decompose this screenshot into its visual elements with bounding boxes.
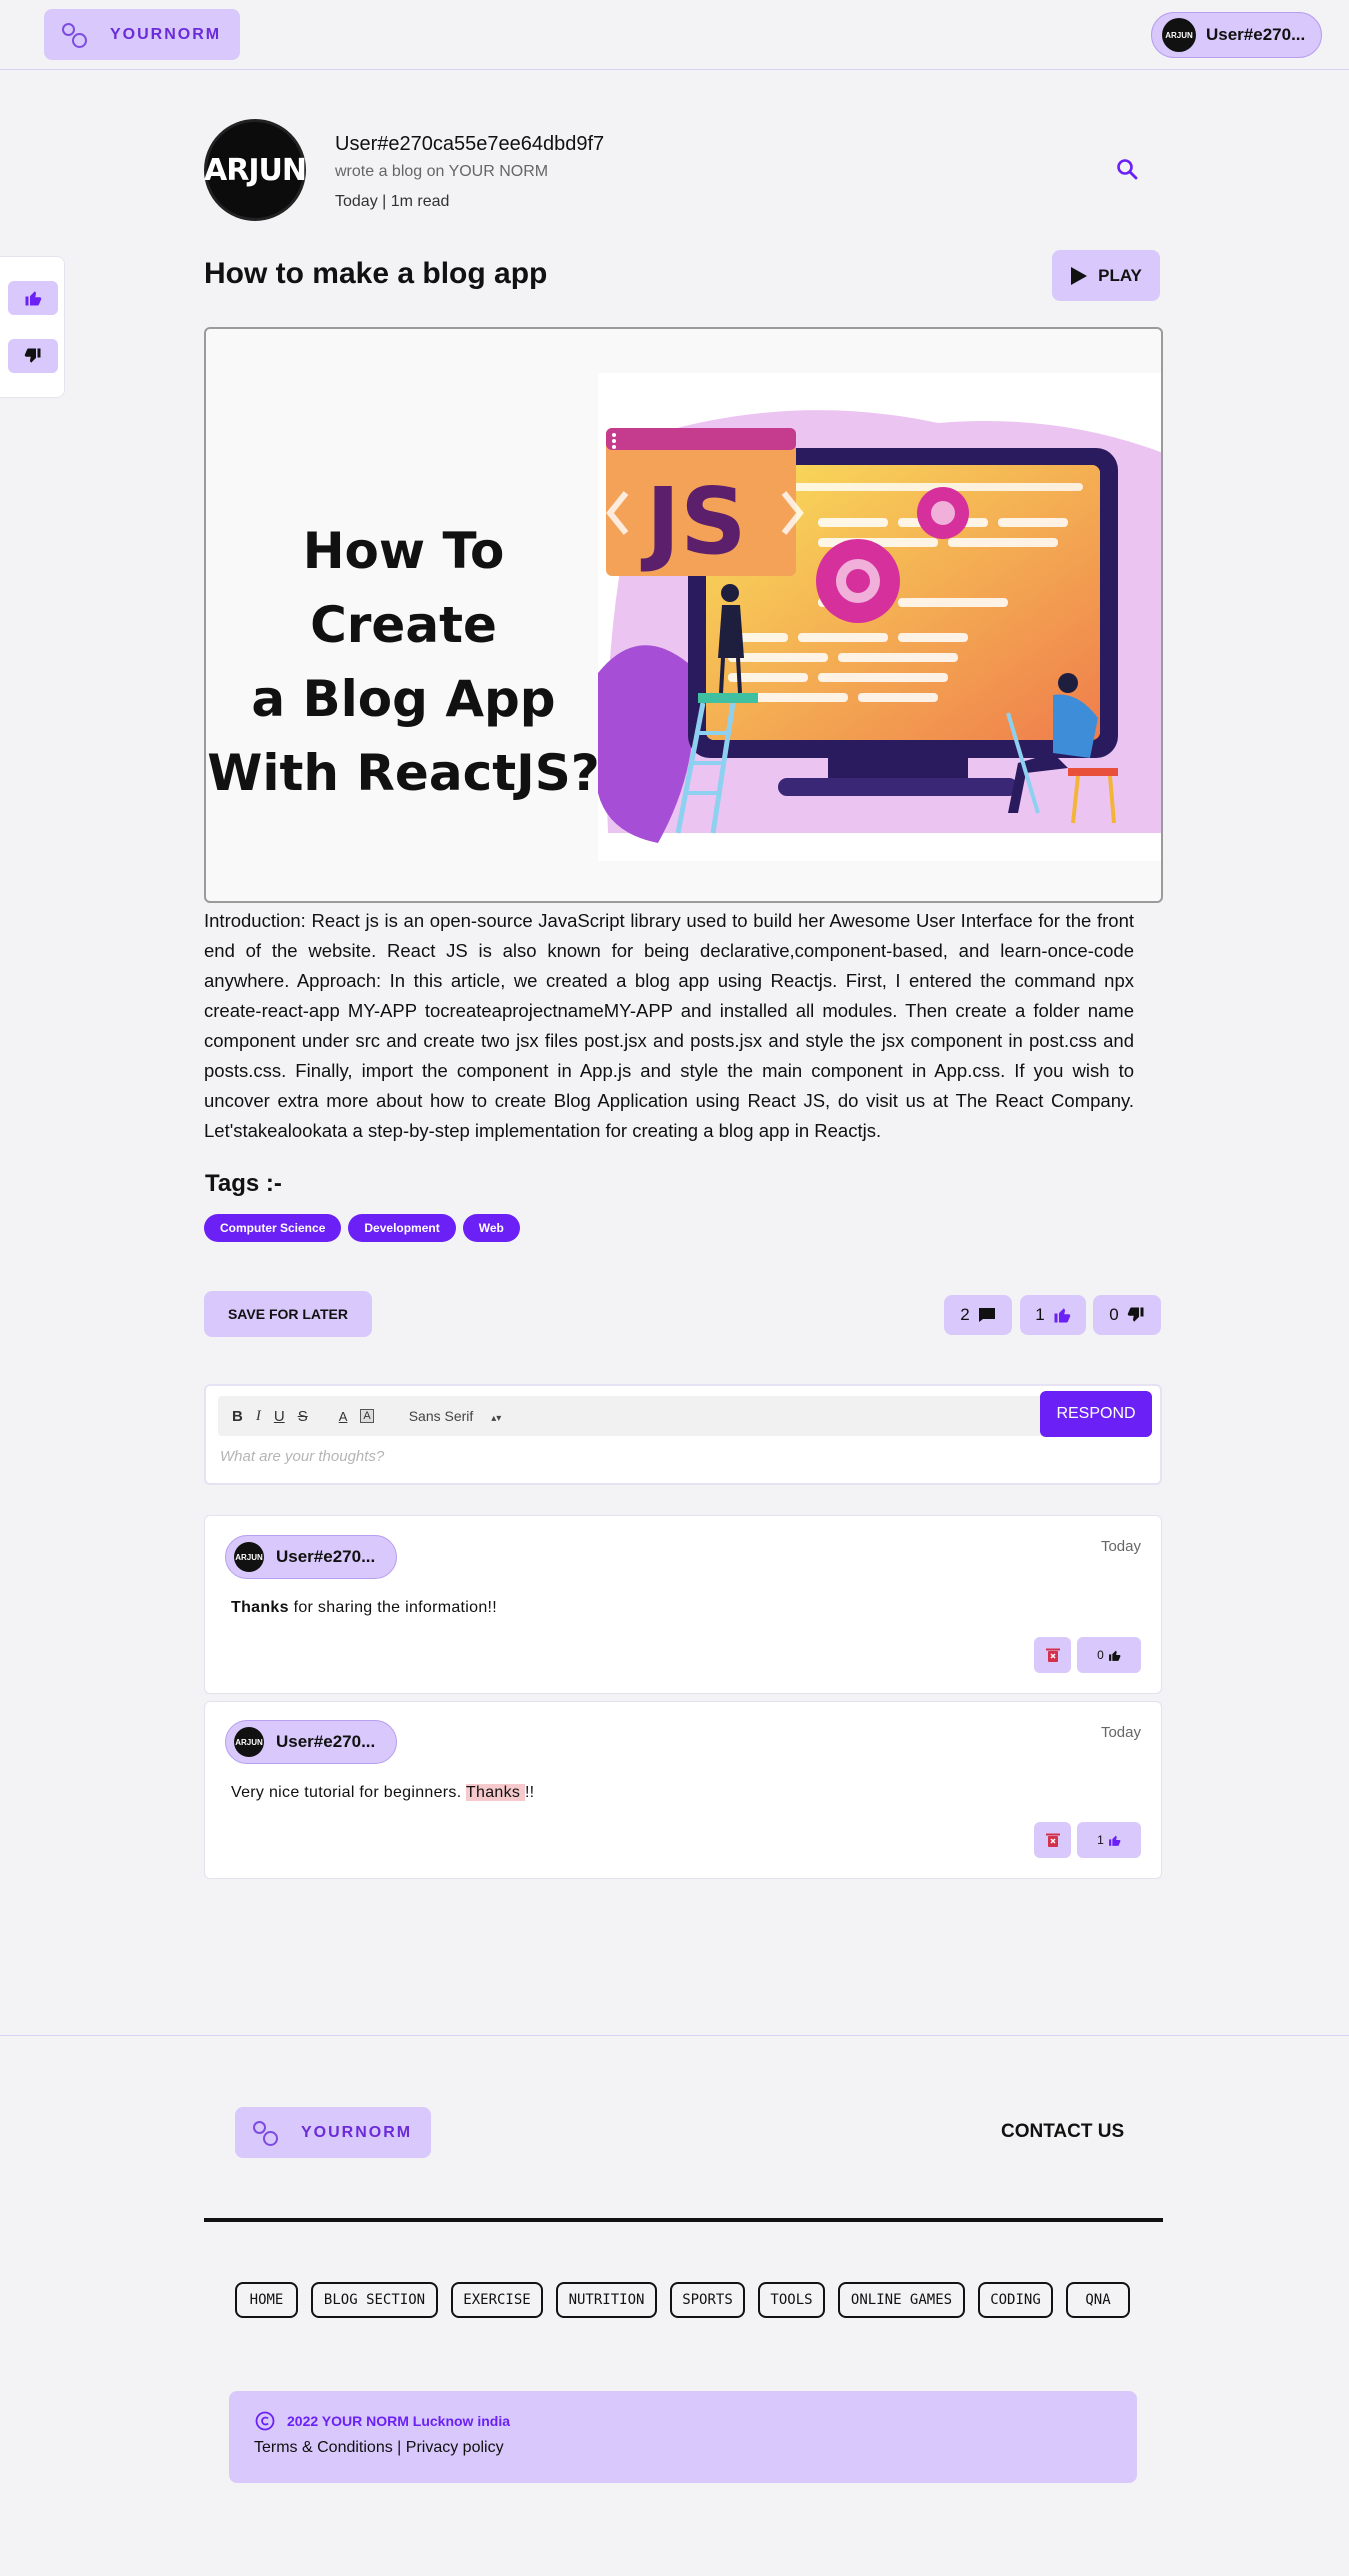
select-arrows-icon: ▴▾	[491, 1413, 502, 1424]
side-dislike-button[interactable]	[8, 339, 58, 373]
footer-rule	[204, 2218, 1163, 2222]
trash-icon	[1045, 1833, 1060, 1847]
copyright-icon	[255, 2411, 275, 2431]
background-color-button[interactable]: A	[360, 1409, 374, 1423]
nav-coding[interactable]: CODING	[978, 2282, 1053, 2318]
post-title: How to make a blog app	[204, 257, 548, 290]
comment-user-chip[interactable]: ARJUN User#e270...	[225, 1535, 397, 1579]
side-vote-panel	[0, 256, 65, 398]
thumbs-up-icon	[1054, 1308, 1070, 1323]
nav-exercise[interactable]: EXERCISE	[451, 2282, 543, 2318]
footer-nav: HOME BLOG SECTION EXERCISE NUTRITION SPO…	[235, 2282, 1130, 2318]
delete-comment-button[interactable]	[1034, 1637, 1071, 1673]
respond-button[interactable]: RESPOND	[1040, 1391, 1152, 1437]
dislike-button[interactable]: 0	[1093, 1295, 1161, 1335]
text-color-button[interactable]: A	[339, 1409, 348, 1424]
comment-input[interactable]: What are your thoughts?	[220, 1448, 1120, 1465]
tag-development[interactable]: Development	[348, 1214, 456, 1242]
legal-links: Terms & Conditions | Privacy policy	[254, 2439, 504, 2457]
comment-text: Thanks for sharing the information!!	[231, 1599, 498, 1616]
terms-link[interactable]: Terms & Conditions	[254, 2439, 393, 2456]
thumbs-up-icon	[25, 291, 42, 306]
comment-date: Today	[1100, 1724, 1141, 1741]
comment-likes-count: 1	[1097, 1833, 1104, 1847]
comments-count-button[interactable]: 2	[944, 1295, 1012, 1335]
comment-user-name: User#e270...	[276, 1732, 376, 1751]
play-button[interactable]: PLAY	[1052, 250, 1160, 301]
play-label: PLAY	[1098, 265, 1142, 285]
brand-logo-icon	[251, 2118, 281, 2148]
legal-separator: |	[397, 2439, 402, 2456]
footer-brand-button[interactable]: YOURNORM	[235, 2107, 431, 2158]
brand-logo-icon	[60, 20, 90, 50]
developer-illustration: JS	[598, 373, 1161, 861]
thumbs-down-icon	[24, 348, 41, 363]
nav-nutrition[interactable]: NUTRITION	[556, 2282, 657, 2318]
thumbs-up-icon	[1108, 1650, 1121, 1661]
post-cover-image: How To Create a Blog App With ReactJS? J…	[204, 327, 1163, 903]
user-avatar: ARJUN	[1162, 18, 1196, 52]
brand-logo-button[interactable]: YOURNORM	[44, 9, 240, 60]
author-subtitle: wrote a blog on YOUR NORM	[335, 163, 549, 180]
copyright-panel: 2022 YOUR NORM Lucknow india Terms & Con…	[229, 2391, 1137, 2483]
user-menu-button[interactable]: ARJUN User#e270...	[1151, 12, 1322, 58]
thumbs-up-icon	[1108, 1835, 1121, 1846]
comments-count: 2	[960, 1305, 970, 1324]
font-select[interactable]: Sans Serif ▴▾	[409, 1408, 502, 1424]
nav-blog-section[interactable]: BLOG SECTION	[311, 2282, 438, 2318]
comment-card: ARJUN User#e270... Today Thanks for shar…	[204, 1515, 1162, 1694]
tag-web[interactable]: Web	[462, 1214, 520, 1242]
contact-us-link[interactable]: CONTACT US	[1001, 2121, 1124, 2143]
side-like-button[interactable]	[8, 281, 58, 315]
post-meta: Today | 1m read	[335, 193, 450, 210]
footer-brand-name: YOURNORM	[301, 2123, 413, 2141]
tags-heading: Tags :-	[205, 1170, 282, 1197]
comment-editor: B I U S A A Sans Serif ▴▾ RESPOND What a…	[204, 1384, 1162, 1485]
comment-like-button[interactable]: 0	[1077, 1637, 1141, 1673]
save-for-later-button[interactable]: SAVE FOR LATER	[204, 1291, 372, 1337]
comment-likes-count: 0	[1097, 1648, 1104, 1662]
cover-headline: How To Create a Blog App With ReactJS?	[207, 522, 600, 802]
comment-text: Very nice tutorial for beginners. Thanks…	[231, 1784, 535, 1801]
footer-divider	[0, 2035, 1349, 2036]
highlighted-text: Thanks	[465, 1784, 525, 1801]
comment-avatar: ARJUN	[234, 1542, 264, 1572]
tags-list: Computer Science Development Web	[204, 1214, 520, 1242]
play-icon	[1071, 266, 1088, 285]
likes-count: 1	[1035, 1305, 1045, 1324]
tag-computer-science[interactable]: Computer Science	[204, 1214, 342, 1242]
thumbs-down-icon	[1127, 1307, 1144, 1322]
svg-text:JS: JS	[640, 468, 747, 575]
nav-home[interactable]: HOME	[235, 2282, 298, 2318]
dislikes-count: 0	[1109, 1305, 1119, 1324]
comment-icon	[978, 1308, 995, 1322]
italic-button[interactable]: I	[256, 1408, 261, 1425]
comment-like-button[interactable]: 1	[1077, 1822, 1141, 1858]
nav-online-games[interactable]: ONLINE GAMES	[838, 2282, 965, 2318]
comment-date: Today	[1100, 1538, 1141, 1555]
strike-button[interactable]: S	[298, 1408, 308, 1425]
brand-name: YOURNORM	[110, 25, 222, 43]
author-name[interactable]: User#e270ca55e7ee64dbd9f7	[335, 133, 604, 156]
comment-user-chip[interactable]: ARJUN User#e270...	[225, 1720, 397, 1764]
comment-card: ARJUN User#e270... Today Very nice tutor…	[204, 1701, 1162, 1879]
underline-button[interactable]: U	[274, 1408, 285, 1425]
comment-avatar: ARJUN	[234, 1727, 264, 1757]
trash-icon	[1045, 1648, 1060, 1662]
nav-qna[interactable]: QNA	[1066, 2282, 1130, 2318]
bold-button[interactable]: B	[232, 1408, 243, 1425]
post-body: Introduction: React js is an open-source…	[204, 910, 1134, 1141]
user-name: User#e270...	[1206, 25, 1306, 44]
like-button[interactable]: 1	[1020, 1295, 1086, 1335]
copyright-line: 2022 YOUR NORM Lucknow india	[255, 2411, 510, 2431]
comment-user-name: User#e270...	[276, 1547, 376, 1566]
author-avatar[interactable]: ARJUN	[204, 119, 307, 221]
nav-tools[interactable]: TOOLS	[758, 2282, 825, 2318]
privacy-link[interactable]: Privacy policy	[406, 2439, 504, 2456]
search-icon[interactable]	[1115, 157, 1139, 186]
delete-comment-button[interactable]	[1034, 1822, 1071, 1858]
editor-toolbar: B I U S A A Sans Serif ▴▾	[218, 1396, 1046, 1436]
nav-sports[interactable]: SPORTS	[670, 2282, 745, 2318]
